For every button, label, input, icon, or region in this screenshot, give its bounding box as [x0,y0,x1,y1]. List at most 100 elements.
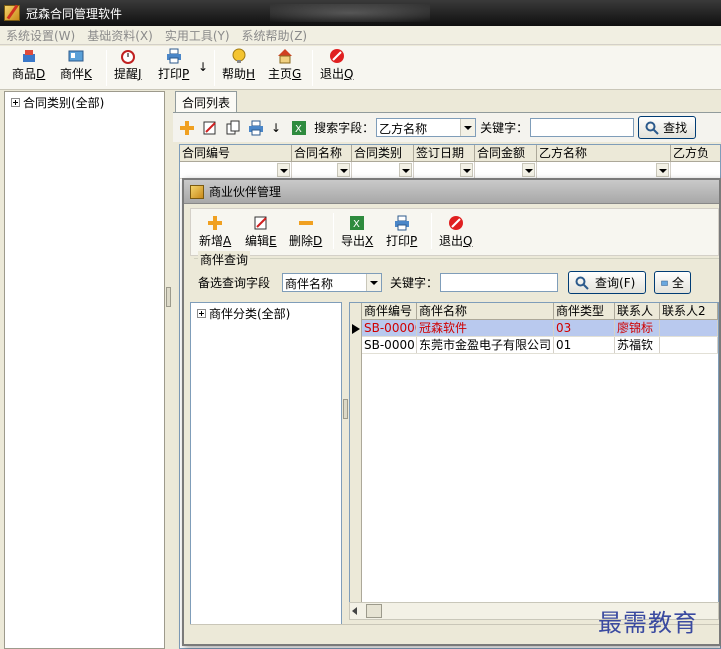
filter-cell[interactable] [537,162,671,178]
filter-cell[interactable] [414,162,475,178]
chevron-down-icon[interactable] [337,163,350,177]
expand-plus-icon[interactable] [197,309,206,318]
splitter-grip[interactable] [343,399,348,419]
cell-partner-id: SB-00000 [364,320,417,336]
col-partner-name[interactable]: 商伴名称 [417,303,554,319]
add-hotkey: A [223,234,232,248]
home-icon [277,49,292,64]
chevron-down-icon[interactable] [277,163,290,177]
query-field-select[interactable]: 商伴名称 [282,273,383,292]
add-partner-button[interactable]: 新增A [199,215,231,249]
menu-basic-data[interactable]: 基础资料(X) [87,27,153,44]
excel-export-icon[interactable]: X [291,120,307,136]
edit-icon [254,216,267,230]
app-icon [4,5,20,21]
scroll-thumb[interactable] [366,604,382,618]
chevron-down-icon[interactable] [366,274,382,291]
watermark-text: 最需教育 [598,609,698,637]
dialog-exit-button[interactable]: 退出Q [439,215,472,249]
contract-toolbar: ↓ X 搜索字段： 乙方名称 关键字： 查找 [173,112,721,142]
print-dropdown-arrow[interactable]: ↓ [271,121,281,135]
panel-splitter[interactable] [165,91,173,649]
keyword-input[interactable] [530,118,635,137]
print-button[interactable]: 打印P [158,48,189,82]
menu-tools[interactable]: 实用工具(Y) [165,27,230,44]
query-button[interactable]: 查询(F) [568,271,647,294]
contract-filter-row [180,162,720,179]
exit-label: 退出 [439,234,464,248]
reminder-button[interactable]: 提醒J [114,48,142,82]
print-hotkey: P [410,234,418,248]
dialog-title-bar[interactable]: 商业伙伴管理 [184,180,719,204]
print-hotkey: P [182,67,190,81]
splitter-grip[interactable] [166,287,171,307]
search-field-select[interactable]: 乙方名称 [376,118,477,137]
filter-cell[interactable] [475,162,537,178]
col-partner-id[interactable]: 商伴编号 [362,303,417,319]
tree-node-all-contracts[interactable]: 合同类别(全部) [5,92,164,113]
app-icon [190,184,204,199]
table-row[interactable]: SB-00000 冠森软件 03 廖锦标 [362,320,718,337]
filter-cell[interactable] [292,162,352,178]
search-icon [645,121,659,135]
col-contract-name[interactable]: 合同名称 [292,145,352,161]
filter-cell[interactable] [352,162,414,178]
export-hotkey: X [365,234,374,248]
filter-cell[interactable] [671,162,720,178]
dialog-title: 商业伙伴管理 [209,185,282,199]
find-button[interactable]: 查找 [638,116,697,139]
scroll-left-arrow-icon[interactable] [352,607,357,615]
col-partner-type[interactable]: 商伴类型 [554,303,615,319]
col-partyb-contact[interactable]: 乙方负 [671,145,720,161]
cell-contact: 廖锦标 [615,320,660,336]
col-contract-category[interactable]: 合同类别 [352,145,414,161]
col-sign-date[interactable]: 签订日期 [414,145,475,161]
tree-node-label: 合同类别(全部) [23,96,105,110]
help-button[interactable]: 帮助H [222,48,255,82]
copy-icon[interactable] [225,120,241,136]
partner-table[interactable]: 商伴编号 商伴名称 商伴类型 联系人 联系人2 SB-00000 冠森软件 03… [349,302,719,620]
delete-partner-button[interactable]: 删除D [289,215,322,249]
tree-node-all-partners[interactable]: 商伴分类(全部) [191,303,341,324]
printer-icon[interactable] [248,120,264,136]
home-button[interactable]: 主页G [268,48,301,82]
reminder-hotkey: J [138,67,142,81]
chevron-down-icon[interactable] [522,163,535,177]
product-button[interactable]: 商品D [12,48,45,82]
col-contract-no[interactable]: 合同编号 [180,145,292,161]
toolbar-separator [431,213,432,249]
edit-icon[interactable] [202,120,218,136]
query-button-label: 查询(F) [595,276,636,290]
export-button[interactable]: X 导出X [341,215,373,249]
edit-partner-button[interactable]: 编辑E [245,215,277,249]
svg-text:X: X [353,219,360,230]
table-row[interactable]: SB-00001 东莞市金盈电子有限公司 01 苏福钦 [362,337,718,354]
menu-help[interactable]: 系统帮助(Z) [242,27,308,44]
exit-icon [448,216,463,230]
tab-contract-list[interactable]: 合同列表 [175,91,238,112]
show-all-label: 全 [672,276,685,290]
export-label: 导出 [341,234,366,248]
expand-plus-icon[interactable] [11,98,20,107]
dialog-splitter[interactable] [342,302,349,640]
filter-cell[interactable] [180,162,292,178]
show-all-button[interactable]: 全 [654,271,692,294]
partner-button[interactable]: 商伴K [60,48,92,82]
query-keyword-input[interactable] [440,273,559,292]
partner-label: 商伴 [60,67,85,81]
col-partyb-name[interactable]: 乙方名称 [537,145,671,161]
col-amount[interactable]: 合同金额 [475,145,537,161]
dialog-print-button[interactable]: 打印P [386,215,417,249]
chevron-down-icon[interactable] [656,163,669,177]
chevron-down-icon[interactable] [460,119,476,136]
print-dropdown-arrow[interactable]: ↓ [198,60,208,74]
col-contact[interactable]: 联系人 [615,303,660,319]
toolbar-separator [214,50,215,86]
col-contact2[interactable]: 联系人2 [660,303,718,319]
menu-system-settings[interactable]: 系统设置(W) [6,27,75,44]
chevron-down-icon[interactable] [460,163,473,177]
dialog-toolbar: 新增A 编辑E 删除D X 导出X 打印P 退出Q [190,208,719,256]
exit-button[interactable]: 退出Q [320,48,353,82]
add-icon[interactable] [179,120,195,136]
chevron-down-icon[interactable] [399,163,412,177]
